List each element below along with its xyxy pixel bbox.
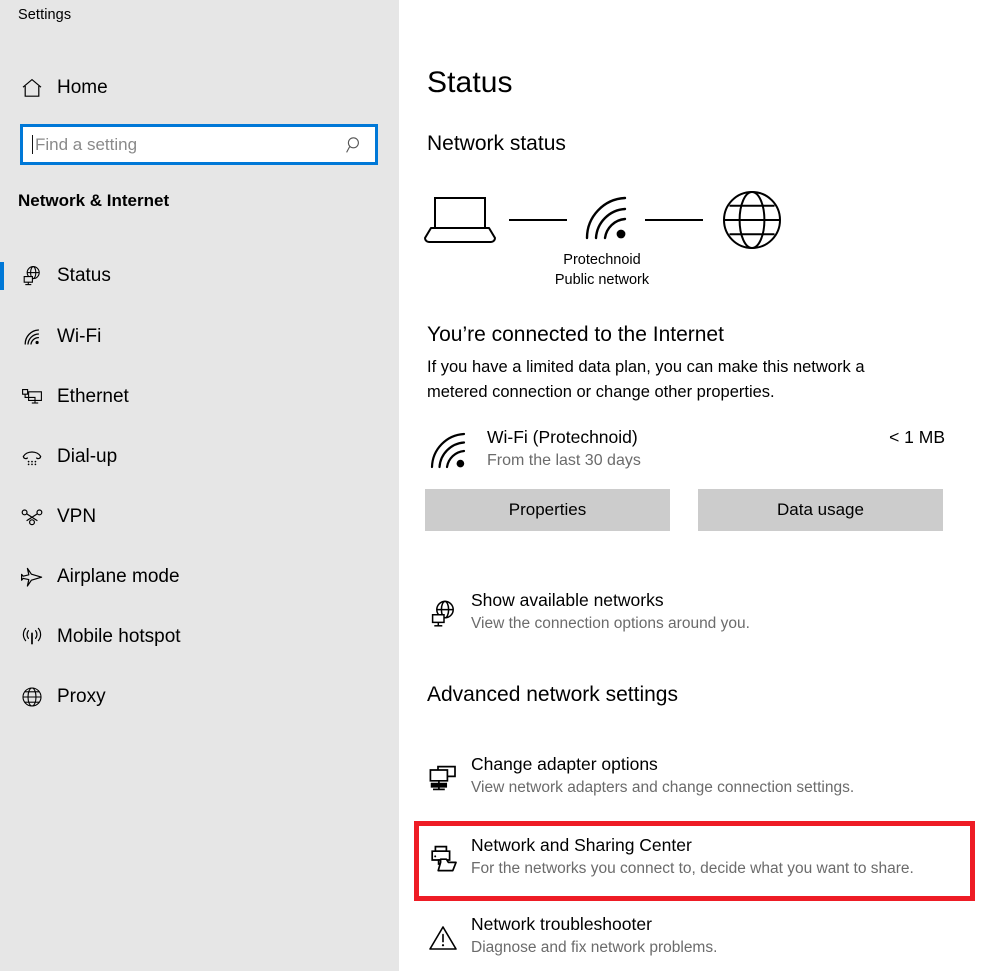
sidebar-item-status[interactable]: Status: [0, 256, 399, 296]
sidebar-item-status-label: Status: [57, 265, 111, 286]
diagram-network-name: Protechnoid: [563, 252, 641, 268]
globe-icon: [18, 683, 46, 711]
sidebar-item-ethernet[interactable]: Ethernet: [0, 377, 399, 417]
data-usage-amount: < 1 MB: [889, 427, 945, 447]
sidebar-item-ethernet-label: Ethernet: [57, 386, 129, 407]
change-adapter-options-link[interactable]: Change adapter options View network adap…: [399, 752, 991, 806]
network-and-sharing-center-title: Network and Sharing Center: [471, 835, 692, 855]
sidebar-item-mobile-hotspot-label: Mobile hotspot: [57, 626, 181, 647]
window-title: Settings: [18, 7, 72, 23]
globe-monitor-icon: [18, 262, 46, 290]
change-adapter-options-title: Change adapter options: [471, 754, 658, 774]
search-input[interactable]: [35, 127, 335, 162]
data-usage-title: Wi-Fi (Protechnoid): [487, 427, 638, 447]
network-troubleshooter-link[interactable]: Network troubleshooter Diagnose and fix …: [399, 912, 991, 966]
sidebar-item-wifi[interactable]: Wi-Fi: [0, 317, 399, 357]
selection-accent-bar: [0, 262, 4, 290]
search-icon[interactable]: [343, 133, 367, 157]
wifi-icon: [427, 428, 473, 474]
globe-monitor-icon: [423, 594, 463, 634]
sidebar-item-proxy-label: Proxy: [57, 686, 106, 707]
data-usage-button[interactable]: Data usage: [698, 489, 943, 531]
dialup-phone-icon: [18, 443, 46, 471]
sidebar-item-home-label: Home: [57, 77, 108, 98]
sidebar-item-dialup-label: Dial-up: [57, 446, 118, 467]
section-heading-advanced-network-settings: Advanced network settings: [427, 683, 678, 706]
section-heading-network-status: Network status: [427, 132, 566, 155]
sidebar-item-vpn-label: VPN: [57, 506, 97, 527]
data-usage-subtitle: From the last 30 days: [487, 452, 641, 469]
show-available-networks-link[interactable]: Show available networks View the connect…: [399, 588, 991, 642]
network-troubleshooter-title: Network troubleshooter: [471, 914, 652, 934]
network-and-sharing-center-link[interactable]: Network and Sharing Center For the netwo…: [399, 833, 991, 887]
connected-status-heading: You’re connected to the Internet: [427, 323, 724, 346]
network-and-sharing-center-subtitle: For the networks you connect to, decide …: [471, 860, 914, 877]
change-adapter-options-subtitle: View network adapters and change connect…: [471, 779, 855, 796]
wifi-icon: [585, 196, 627, 240]
main-content: Status Network status Protechnoid Public…: [399, 0, 991, 971]
sidebar-item-proxy[interactable]: Proxy: [0, 677, 399, 717]
globe-icon: [723, 191, 781, 249]
settings-window: Settings Home Network & Internet: [0, 0, 991, 971]
warning-triangle-icon: [423, 918, 463, 958]
two-monitors-network-icon: [423, 758, 463, 798]
sidebar-item-dialup[interactable]: Dial-up: [0, 437, 399, 477]
sidebar-item-airplane-mode[interactable]: Airplane mode: [0, 557, 399, 597]
network-troubleshooter-subtitle: Diagnose and fix network problems.: [471, 939, 718, 956]
sidebar-item-home[interactable]: Home: [0, 68, 399, 108]
text-caret: [32, 135, 33, 154]
show-available-networks-subtitle: View the connection options around you.: [471, 615, 750, 632]
ethernet-icon: [18, 383, 46, 411]
laptop-icon: [424, 197, 496, 243]
connected-description-line-2: metered connection or change other prope…: [427, 383, 775, 401]
printer-folder-share-icon: [423, 839, 463, 879]
show-available-networks-title: Show available networks: [471, 590, 664, 610]
network-status-diagram: Protechnoid Public network: [407, 190, 967, 305]
properties-button[interactable]: Properties: [425, 489, 670, 531]
search-box[interactable]: [20, 124, 378, 165]
sidebar: Settings Home Network & Internet: [0, 0, 399, 971]
diagram-network-type: Public network: [554, 272, 650, 288]
home-icon: [18, 74, 46, 102]
vpn-icon: [18, 503, 46, 531]
hotspot-icon: [18, 623, 46, 651]
sidebar-item-mobile-hotspot[interactable]: Mobile hotspot: [0, 617, 399, 657]
connected-description-line-1: If you have a limited data plan, you can…: [427, 358, 865, 376]
sidebar-category-title: Network & Internet: [18, 191, 170, 210]
airplane-icon: [18, 563, 46, 591]
sidebar-item-wifi-label: Wi-Fi: [57, 326, 102, 347]
sidebar-item-vpn[interactable]: VPN: [0, 497, 399, 537]
wifi-icon: [18, 323, 46, 351]
sidebar-item-airplane-mode-label: Airplane mode: [57, 566, 180, 587]
page-title: Status: [427, 66, 513, 99]
